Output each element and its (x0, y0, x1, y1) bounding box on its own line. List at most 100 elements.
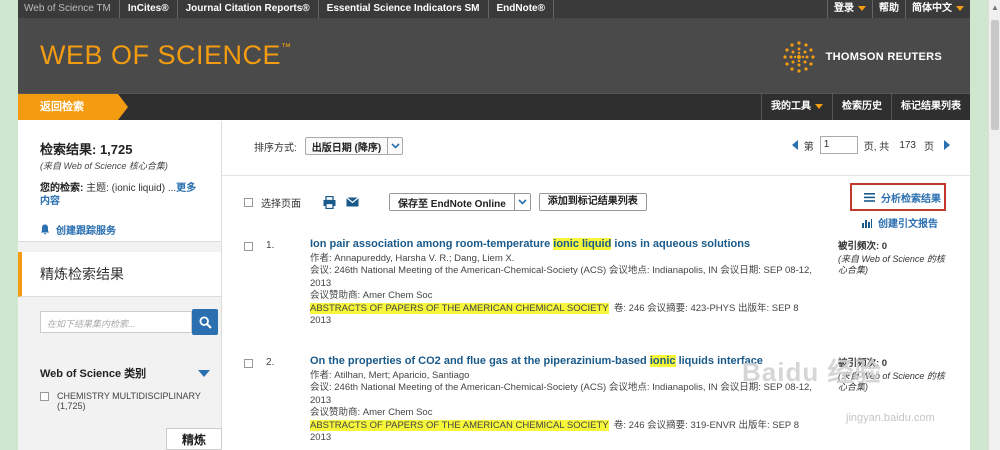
category-filter-item[interactable]: CHEMISTRY MULTIDISCIPLINARY (1,725) (40, 391, 221, 411)
category-filter-header[interactable]: Web of Science 类别 (40, 365, 210, 381)
select-page-checkbox[interactable] (244, 198, 253, 207)
record-year: 2013 (310, 432, 332, 444)
help-link[interactable]: 帮助 (872, 0, 905, 18)
record-title[interactable]: Ion pair association among room-temperat… (310, 238, 822, 250)
baidu-watermark-url: jingyan.baidu.com (846, 412, 935, 424)
citation-report-label: 创建引文报告 (878, 219, 938, 230)
more-link-2[interactable]: 内容 (40, 196, 60, 207)
vertical-scrollbar[interactable]: ▲ (988, 0, 1000, 450)
create-alert-label: 创建跟踪服务 (56, 226, 116, 237)
page-prefix: 第 (803, 141, 814, 153)
divider (222, 175, 970, 176)
search-icon (198, 315, 212, 329)
save-to-select[interactable]: 保存至 EndNote Online (389, 193, 531, 211)
select-page-label: 选择页面 (261, 198, 301, 210)
record-source: ABSTRACTS OF PAPERS OF THE AMERICAN CHEM… (310, 419, 822, 431)
my-tools-label: 我的工具 (771, 101, 811, 112)
analyze-results-label: 分析检索结果 (881, 193, 941, 205)
citation-report-link[interactable]: 创建引文报告 (862, 215, 938, 230)
print-button[interactable] (323, 195, 336, 209)
thomson-reuters-label: THOMSON REUTERS (825, 51, 942, 63)
record-title-highlight: ionic (649, 355, 676, 367)
page-number-input[interactable]: 1 (819, 136, 858, 154)
my-tools-menu[interactable]: 我的工具 (761, 94, 832, 120)
record-body: Ion pair association among room-temperat… (310, 238, 822, 327)
record-meeting: 会议: 246th National Meeting of the Americ… (310, 265, 812, 277)
list-icon (864, 192, 875, 202)
refine-search-button[interactable] (192, 309, 218, 335)
record-sponsor: 会议赞助商: Amer Chem Soc (310, 407, 433, 419)
total-pages: 173 (899, 139, 916, 151)
page-unit: 页 (924, 141, 934, 153)
record-authors: 作者: Annapureddy, Harsha V. R.; Dang, Lie… (310, 253, 515, 264)
search-history-link[interactable]: 检索历史 (832, 94, 891, 120)
category-filter-title: Web of Science 类别 (40, 368, 147, 380)
record-title-highlight: ionic liquid (553, 238, 612, 250)
record-journal[interactable]: ABSTRACTS OF PAPERS OF THE AMERICAN CHEM… (310, 302, 609, 314)
topbar-link-esi[interactable]: Essential Science Indicators SM (319, 0, 489, 18)
sort-control: 排序方式: 出版日期 (降序) (254, 137, 404, 155)
category-item-label: CHEMISTRY MULTIDISCIPLINARY (57, 391, 201, 401)
record-source: ABSTRACTS OF PAPERS OF THE AMERICAN CHEM… (310, 302, 822, 314)
create-alert-link[interactable]: 创建跟踪服务 (40, 222, 209, 237)
wos-logo-tm: ™ (281, 42, 292, 53)
chevron-down-icon (815, 103, 823, 109)
refine-results-header: 精炼检索结果 (18, 252, 221, 297)
record-title-pre: Ion pair association among room-temperat… (310, 238, 554, 250)
topbar-link-endnote[interactable]: EndNote® (489, 0, 554, 18)
nav-right-links: 我的工具 检索历史 标记结果列表 (761, 94, 970, 120)
more-link[interactable]: 更多 (176, 183, 196, 194)
chevron-down-icon (858, 5, 866, 11)
results-main: 排序方式: 出版日期 (降序) 第 1 页, 共 173 页 选择页面 保存至 … (222, 121, 970, 450)
chevron-down-icon (956, 5, 964, 11)
record-sponsor: 会议赞助商: Amer Chem Soc (310, 290, 433, 302)
language-label: 简体中文 (912, 3, 952, 14)
print-icon (323, 195, 336, 209)
collapse-arrow-icon[interactable] (198, 369, 210, 377)
record-number: 1. (266, 240, 275, 251)
sidebar: 检索结果: 1,725 (来自 Web of Science 核心合集) 您的检… (18, 121, 222, 450)
nav-bar: 返回检索 我的工具 检索历史 标记结果列表 (18, 93, 970, 120)
email-button[interactable] (346, 197, 359, 207)
topbar-link-wos[interactable]: Web of Science TM (18, 0, 120, 18)
marked-list-link[interactable]: 标记结果列表 (891, 94, 970, 120)
record-checkbox[interactable] (244, 242, 253, 251)
browser-background (970, 0, 988, 450)
record-journal-info: 卷: 246 会议摘要: 423-PHYS 出版年: SEP 8 (613, 302, 799, 314)
record-meeting-year: 2013 (310, 277, 332, 289)
record-checkbox[interactable] (244, 359, 253, 368)
thomson-reuters-dots-icon (783, 41, 815, 73)
top-product-bar: Web of Science TM InCites® Journal Citat… (18, 0, 970, 18)
login-label: 登录 (834, 3, 854, 14)
bar-chart-icon (862, 218, 872, 228)
times-cited-note: (来自 Web of Science 的核心合集) (838, 254, 945, 276)
wos-logo[interactable]: WEB OF SCIENCE™ (40, 40, 292, 71)
refine-search-input[interactable]: 在如下结果集内检索... (40, 311, 192, 333)
analyze-results-link[interactable]: 分析检索结果 (850, 183, 946, 211)
add-to-marked-button[interactable]: 添加到标记结果列表 (538, 193, 647, 211)
sort-select[interactable]: 出版日期 (降序) (304, 137, 404, 155)
record-journal[interactable]: ABSTRACTS OF PAPERS OF THE AMERICAN CHEM… (310, 419, 609, 431)
back-to-search-button[interactable]: 返回检索 (18, 94, 128, 120)
thomson-reuters-logo: THOMSON REUTERS (782, 40, 942, 74)
record-title-pre: On the properties of CO2 and flue gas at… (310, 355, 650, 367)
refine-search-box: 在如下结果集内检索... (40, 309, 221, 335)
scroll-up-icon[interactable]: ▲ (991, 4, 999, 12)
next-page-icon[interactable] (944, 140, 950, 150)
record-number: 2. (266, 357, 275, 368)
topbar-link-jcr[interactable]: Journal Citation Reports® (178, 0, 319, 18)
record-meeting-year: 2013 (310, 394, 332, 406)
language-menu[interactable]: 简体中文 (905, 0, 970, 18)
prev-page-icon[interactable] (791, 140, 798, 150)
record-title-post: ions in aqueous solutions (611, 238, 751, 250)
results-source: (来自 Web of Science 核心合集) (40, 161, 168, 171)
pagination: 第 1 页, 共 173 页 (791, 136, 950, 154)
scrollbar-thumb[interactable] (991, 20, 999, 130)
record-journal-info: 卷: 246 会议摘要: 319-ENVR 出版年: SEP 8 (613, 419, 800, 431)
login-menu[interactable]: 登录 (827, 0, 872, 18)
category-checkbox[interactable] (40, 392, 49, 401)
refine-button[interactable]: 精炼 (166, 428, 222, 450)
topbar-link-incites[interactable]: InCites® (120, 0, 178, 18)
results-count: 检索结果: 1,725 (40, 142, 133, 157)
wos-logo-text: WEB OF SCIENCE (40, 40, 282, 70)
